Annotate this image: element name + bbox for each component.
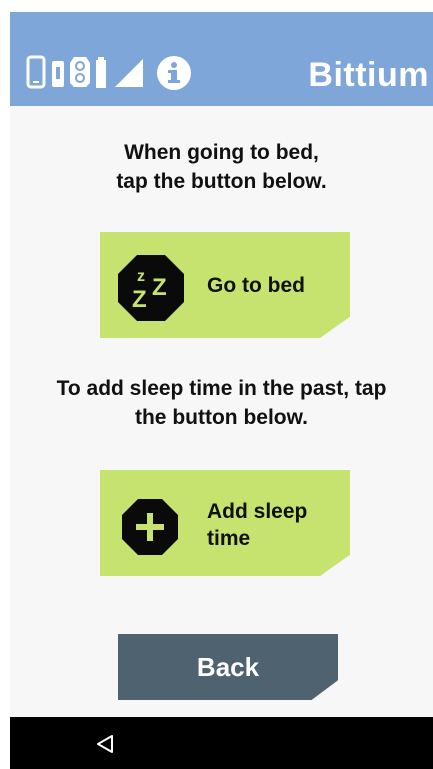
add-sleep-time-button[interactable]: Add sleep time: [100, 470, 350, 576]
go-to-bed-button[interactable]: z Z Z Go to bed: [100, 232, 350, 338]
back-button[interactable]: Back: [118, 634, 338, 700]
past-prompt-line1: To add sleep time in the past, tap: [56, 377, 387, 400]
bed-prompt-line2: tap the button below.: [116, 170, 327, 193]
brand-logo: Bittium: [308, 56, 429, 94]
navigation-bar: [10, 717, 433, 769]
add-sleep-time-label: Add sleep time: [207, 498, 340, 552]
signal-icon: [115, 59, 143, 87]
svg-text:z: z: [137, 268, 145, 285]
past-prompt-line2: the button below.: [134, 406, 309, 429]
back-button-label: Back: [196, 651, 260, 682]
bed-prompt-line1: When going to bed,: [124, 141, 319, 164]
add-plus-icon: [122, 499, 178, 555]
sleep-zzz-icon: z Z Z: [118, 255, 184, 321]
info-icon[interactable]: [156, 55, 192, 91]
app-header: Bittium: [10, 12, 433, 106]
bed-prompt: When going to bed, tap the button below.: [10, 138, 433, 196]
add-sleep-label-line1: Add sleep: [207, 500, 308, 523]
add-sleep-label-line2: time: [207, 527, 251, 550]
connection-icon: [52, 61, 64, 87]
go-to-bed-label: Go to bed: [207, 274, 305, 297]
svg-text:Z: Z: [152, 274, 167, 301]
device-icon: [26, 55, 46, 89]
sensor-icon: [70, 57, 90, 87]
svg-text:Z: Z: [132, 286, 147, 313]
battery-icon: [96, 57, 106, 88]
past-prompt: To add sleep time in the past, tap the b…: [10, 374, 433, 432]
device-screen: Bittium When going to bed, tap the butto…: [10, 12, 433, 769]
nav-back-icon[interactable]: [96, 735, 114, 753]
